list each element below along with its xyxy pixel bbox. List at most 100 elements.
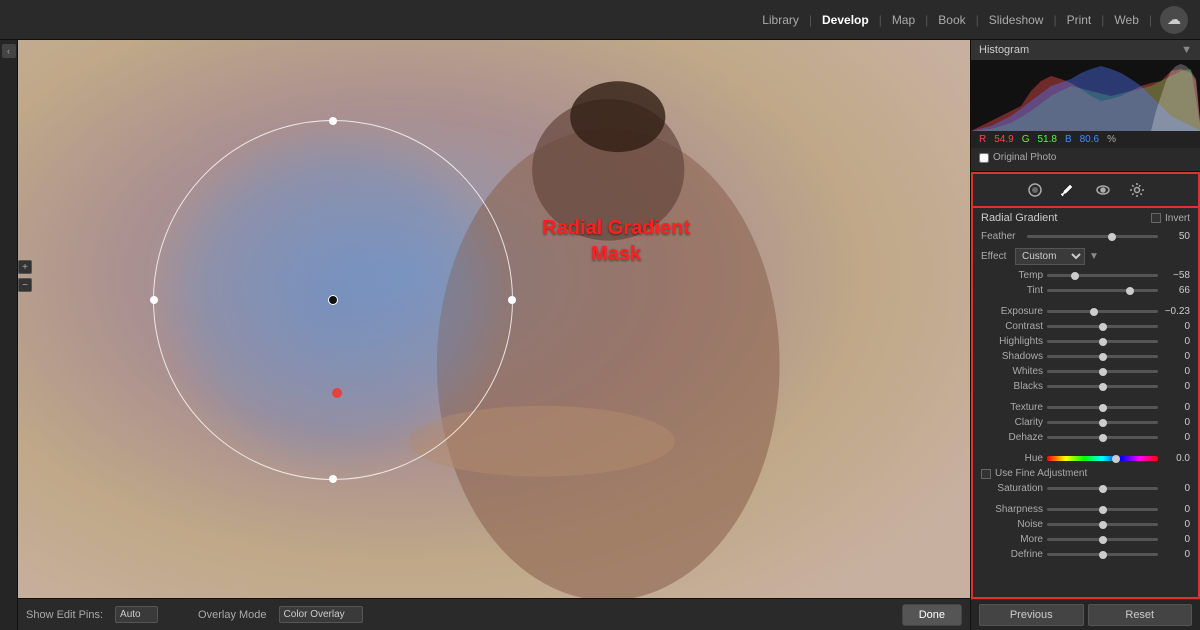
tint-slider[interactable] <box>1047 289 1158 292</box>
saturation-label: Saturation <box>981 483 1043 494</box>
defrine-value: 0 <box>1162 549 1190 560</box>
contrast-value: 0 <box>1162 321 1190 332</box>
clarity-label: Clarity <box>981 417 1043 428</box>
tint-label: Tint <box>981 285 1043 296</box>
blacks-slider[interactable] <box>1047 385 1158 388</box>
hue-slider[interactable] <box>1047 456 1158 461</box>
original-photo-label: Original Photo <box>993 152 1056 163</box>
nav-web[interactable]: Web <box>1104 0 1148 40</box>
feather-slider[interactable] <box>1027 235 1158 238</box>
sharpness-label: Sharpness <box>981 504 1043 515</box>
overlay-mode-select[interactable]: Color Overlay <box>279 606 363 623</box>
sharpness-slider[interactable] <box>1047 508 1158 511</box>
shadows-value: 0 <box>1162 351 1190 362</box>
circle-mask <box>153 120 513 480</box>
handle-top[interactable] <box>329 117 337 125</box>
show-edit-pins-select[interactable]: Auto <box>115 606 158 623</box>
fine-adj-label: Use Fine Adjustment <box>995 468 1087 479</box>
saturation-value: 0 <box>1162 483 1190 494</box>
feather-row: Feather 50 <box>973 228 1198 245</box>
noise-slider[interactable] <box>1047 523 1158 526</box>
histogram-menu-icon[interactable]: ▼ <box>1181 44 1192 56</box>
mask-title: Radial Gradient <box>981 212 1057 224</box>
nav-map[interactable]: Map <box>882 0 925 40</box>
histogram-values: R 54.9 G 51.8 B 80.6 % <box>971 131 1200 148</box>
defrine-slider[interactable] <box>1047 553 1158 556</box>
handle-center[interactable] <box>328 295 338 305</box>
handle-right[interactable] <box>508 296 516 304</box>
original-photo-checkbox[interactable] <box>979 153 989 163</box>
fine-adj-checkbox[interactable] <box>981 469 991 479</box>
dehaze-slider[interactable] <box>1047 436 1158 439</box>
mask-tool-icon[interactable] <box>1025 180 1045 200</box>
dehaze-value: 0 <box>1162 432 1190 443</box>
clarity-slider[interactable] <box>1047 421 1158 424</box>
saturation-slider[interactable] <box>1047 487 1158 490</box>
invert-label: Invert <box>1165 213 1190 224</box>
nav-book[interactable]: Book <box>928 0 975 40</box>
contrast-slider[interactable] <box>1047 325 1158 328</box>
sub-btn[interactable]: − <box>18 278 32 292</box>
nav-library[interactable]: Library <box>752 0 809 40</box>
effect-select[interactable]: Custom <box>1015 248 1085 265</box>
nav-develop[interactable]: Develop <box>812 0 879 40</box>
handle-left[interactable] <box>150 296 158 304</box>
eye-tool-icon[interactable] <box>1093 180 1113 200</box>
highlights-slider[interactable] <box>1047 340 1158 343</box>
tint-value: 66 <box>1162 285 1190 296</box>
overlay-mode-label: Overlay Mode <box>198 609 266 621</box>
contrast-label: Contrast <box>981 321 1043 332</box>
whites-slider[interactable] <box>1047 370 1158 373</box>
sharpness-row: Sharpness 0 <box>973 502 1198 517</box>
exposure-label: Exposure <box>981 306 1043 317</box>
histogram-canvas <box>971 61 1200 131</box>
hist-b-val: 80.6 <box>1080 134 1099 145</box>
temp-slider[interactable] <box>1047 274 1158 277</box>
clarity-row: Clarity 0 <box>973 415 1198 430</box>
done-button[interactable]: Done <box>902 604 962 626</box>
feather-label: Feather <box>981 231 1023 242</box>
noise-label: Noise <box>981 519 1043 530</box>
defrine-label: Defrine <box>981 549 1043 560</box>
more-slider[interactable] <box>1047 538 1158 541</box>
dehaze-label: Dehaze <box>981 432 1043 443</box>
exposure-row: Exposure −0.23 <box>973 304 1198 319</box>
highlights-row: Highlights 0 <box>973 334 1198 349</box>
bottom-bar: Show Edit Pins: Auto Overlay Mode Color … <box>18 598 970 630</box>
whites-value: 0 <box>1162 366 1190 377</box>
reset-button[interactable]: Reset <box>1088 604 1193 626</box>
shadows-slider[interactable] <box>1047 355 1158 358</box>
brush-tool-icon[interactable] <box>1059 180 1079 200</box>
texture-slider[interactable] <box>1047 406 1158 409</box>
nav-sep-7: | <box>1149 13 1152 27</box>
feather-value: 50 <box>1162 231 1190 242</box>
hue-label: Hue <box>981 453 1043 464</box>
expand-left-btn[interactable]: ‹ <box>2 44 16 58</box>
cloud-icon[interactable]: ☁ <box>1160 6 1188 34</box>
invert-row: Invert <box>1151 213 1190 224</box>
previous-button[interactable]: Previous <box>979 604 1084 626</box>
rg-label: Radial Gradient Mask <box>542 215 690 267</box>
effect-row: Effect Custom ▼ <box>973 245 1198 268</box>
whites-row: Whites 0 <box>973 364 1198 379</box>
add-btn[interactable]: + <box>18 260 32 274</box>
saturation-row: Saturation 0 <box>973 481 1198 496</box>
more-label: More <box>981 534 1043 545</box>
hist-r-val: 54.9 <box>994 134 1013 145</box>
exposure-slider[interactable] <box>1047 310 1158 313</box>
invert-checkbox[interactable] <box>1151 213 1161 223</box>
histogram-section: Histogram ▼ R <box>971 40 1200 172</box>
nav-slideshow[interactable]: Slideshow <box>979 0 1054 40</box>
hist-pct: % <box>1107 134 1116 145</box>
settings-tool-icon[interactable] <box>1127 180 1147 200</box>
handle-red[interactable] <box>332 388 342 398</box>
add-sub-btns: + − <box>18 260 32 292</box>
handle-bottom[interactable] <box>329 475 337 483</box>
noise-value: 0 <box>1162 519 1190 530</box>
histogram-header: Histogram ▼ <box>971 40 1200 61</box>
sharpness-value: 0 <box>1162 504 1190 515</box>
highlights-label: Highlights <box>981 336 1043 347</box>
more-value: 0 <box>1162 534 1190 545</box>
nav-print[interactable]: Print <box>1057 0 1102 40</box>
top-nav: Library | Develop | Map | Book | Slidesh… <box>0 0 1200 40</box>
